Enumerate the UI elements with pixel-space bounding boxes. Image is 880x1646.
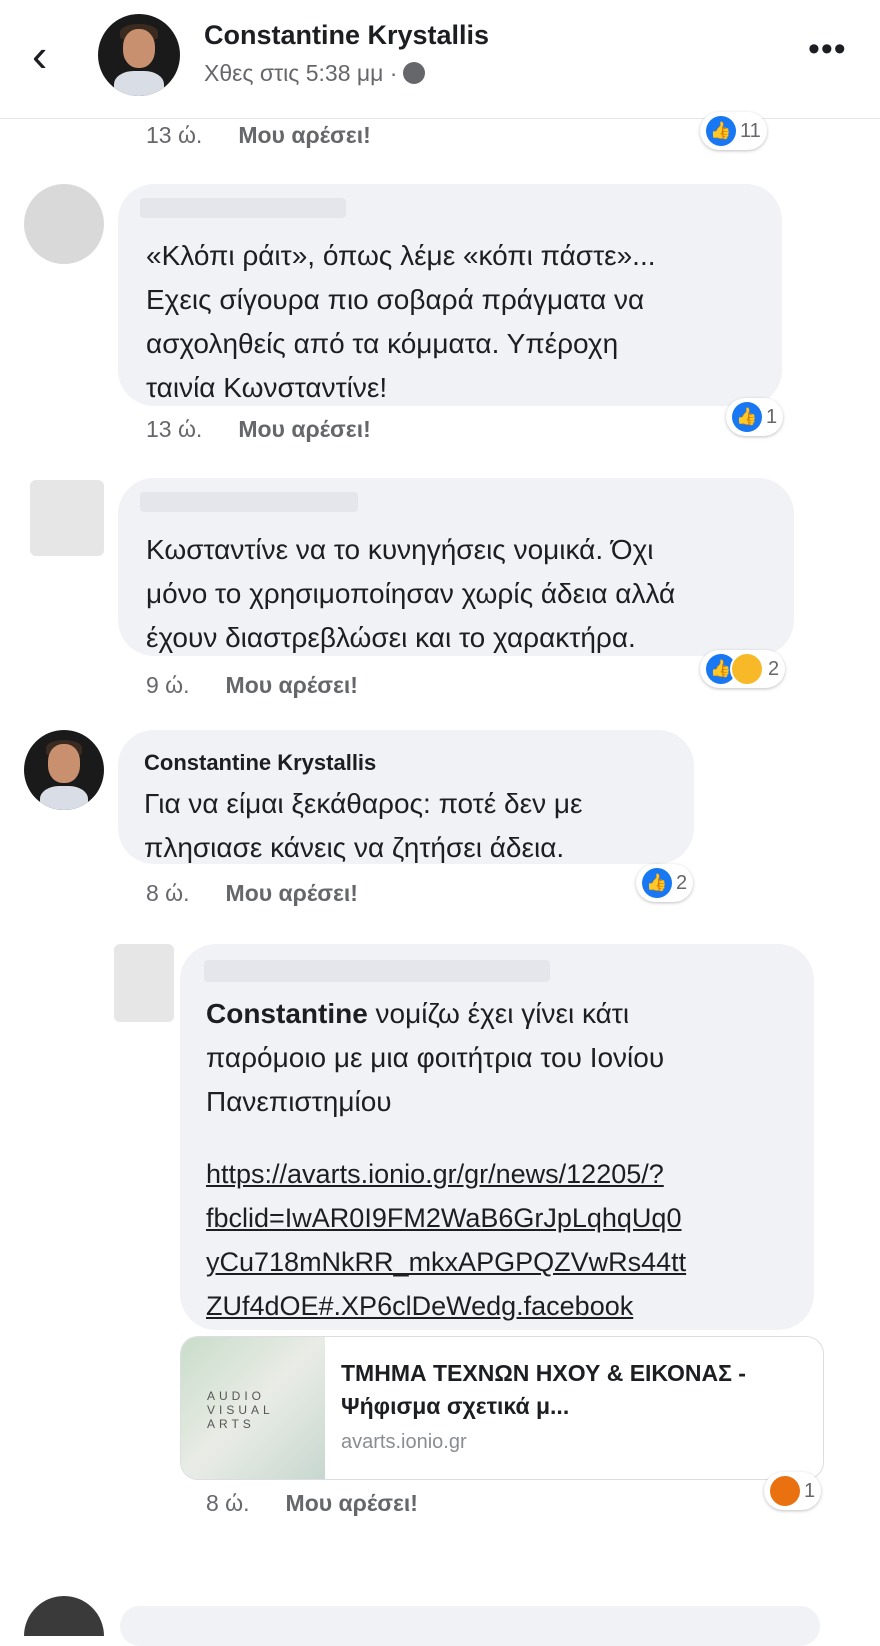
back-chevron-icon[interactable]: ‹ bbox=[32, 30, 72, 80]
commenter-avatar[interactable] bbox=[24, 1596, 104, 1636]
reaction-badge[interactable]: 👍 2 bbox=[700, 650, 786, 688]
commenter-avatar[interactable] bbox=[24, 184, 104, 264]
like-link[interactable]: Μου αρέσει! bbox=[238, 416, 370, 442]
mention[interactable]: Constantine bbox=[206, 998, 368, 1029]
post-timestamp: Χθες στις 5:38 μμ · bbox=[204, 60, 426, 87]
reaction-badge[interactable]: 👍 1 bbox=[726, 398, 784, 436]
redacted-name bbox=[140, 198, 346, 218]
reaction-badge[interactable]: 👍 11 bbox=[700, 112, 767, 150]
author-avatar[interactable] bbox=[24, 730, 104, 810]
comment-meta: 13 ώ. Μου αρέσει! bbox=[146, 122, 371, 149]
comment-bubble: Κωσταντίνε να το κυνηγήσεις νομικά. Όχι … bbox=[118, 478, 794, 656]
reaction-count: 2 bbox=[768, 657, 780, 680]
timestamp-text: Χθες στις 5:38 μμ · bbox=[204, 60, 398, 86]
comment-time: 13 ώ. bbox=[146, 122, 203, 148]
redacted-name bbox=[204, 960, 550, 982]
preview-domain: avarts.ionio.gr bbox=[341, 1431, 467, 1453]
comment-time: 9 ώ. bbox=[146, 672, 190, 698]
comment-time: 13 ώ. bbox=[146, 416, 203, 442]
globe-icon bbox=[403, 62, 426, 84]
reaction-count: 2 bbox=[676, 871, 688, 894]
reaction-badge[interactable]: 👍 2 bbox=[636, 864, 694, 902]
like-link[interactable]: Μου αρέσει! bbox=[286, 1490, 418, 1516]
comment-bubble bbox=[120, 1606, 820, 1646]
commenter-name[interactable]: Constantine Krystallis bbox=[144, 750, 376, 776]
haha-icon bbox=[730, 652, 764, 686]
comment-bubble: «Κλόπι ράιτ», όπως λέμε «κόπι πάστε»... … bbox=[118, 184, 782, 406]
preview-thumbnail: AUDIO VISUAL ARTS bbox=[181, 1337, 325, 1479]
author-avatar[interactable] bbox=[98, 14, 180, 96]
like-icon: 👍 bbox=[732, 402, 762, 432]
comment-meta: 8 ώ. Μου αρέσει! bbox=[146, 880, 358, 907]
redacted-name bbox=[140, 492, 358, 512]
like-icon: 👍 bbox=[642, 868, 672, 898]
comment-meta: 8 ώ. Μου αρέσει! bbox=[206, 1490, 418, 1517]
reaction-badge[interactable]: 1 bbox=[764, 1472, 822, 1510]
like-icon: 👍 bbox=[706, 116, 736, 146]
author-name[interactable]: Constantine Krystallis bbox=[204, 20, 489, 51]
reply-link-block: https://avarts.ionio.gr/gr/news/12205/? … bbox=[206, 1152, 802, 1328]
reply-bubble: Constantine νομίζω έχει γίνει κάτι παρόμ… bbox=[180, 944, 814, 1330]
commenter-avatar[interactable] bbox=[30, 480, 104, 556]
post-header: ‹ Constantine Krystallis Χθες στις 5:38 … bbox=[0, 0, 880, 119]
comment-meta: 13 ώ. Μου αρέσει! bbox=[146, 416, 371, 443]
reaction-count: 1 bbox=[804, 1479, 816, 1502]
comment-time: 8 ώ. bbox=[146, 880, 190, 906]
reply-text: Constantine νομίζω έχει γίνει κάτι παρόμ… bbox=[206, 992, 802, 1124]
link-preview-card[interactable]: AUDIO VISUAL ARTS ΤΜΗΜΑ ΤΕΧΝΩΝ ΗΧΟΥ & ΕΙ… bbox=[180, 1336, 824, 1480]
comment-bubble: Constantine Krystallis Για να είμαι ξεκά… bbox=[118, 730, 694, 864]
reply-avatar[interactable] bbox=[114, 944, 174, 1022]
comment-text: Για να είμαι ξεκάθαρος: ποτέ δεν με πλησ… bbox=[144, 788, 583, 863]
like-link[interactable]: Μου αρέσει! bbox=[226, 672, 358, 698]
comment-text: «Κλόπι ράιτ», όπως λέμε «κόπι πάστε»... … bbox=[146, 240, 656, 403]
angry-icon bbox=[770, 1476, 800, 1506]
audio-visual-arts-logo: AUDIO VISUAL ARTS bbox=[207, 1389, 274, 1431]
like-link[interactable]: Μου αρέσει! bbox=[226, 880, 358, 906]
more-options-icon[interactable]: ••• bbox=[808, 30, 847, 69]
comment-meta: 9 ώ. Μου αρέσει! bbox=[146, 672, 358, 699]
news-link[interactable]: https://avarts.ionio.gr/gr/news/12205/? … bbox=[206, 1159, 686, 1321]
preview-title: ΤΜΗΜΑ ΤΕΧΝΩΝ ΗΧΟΥ & ΕΙΚΟΝΑΣ - Ψήφισμα σχ… bbox=[341, 1360, 746, 1419]
comment-text: Κωσταντίνε να το κυνηγήσεις νομικά. Όχι … bbox=[146, 534, 676, 653]
comment-time: 8 ώ. bbox=[206, 1490, 250, 1516]
like-link[interactable]: Μου αρέσει! bbox=[238, 122, 370, 148]
reaction-count: 1 bbox=[766, 405, 778, 428]
reaction-count: 11 bbox=[740, 119, 761, 142]
